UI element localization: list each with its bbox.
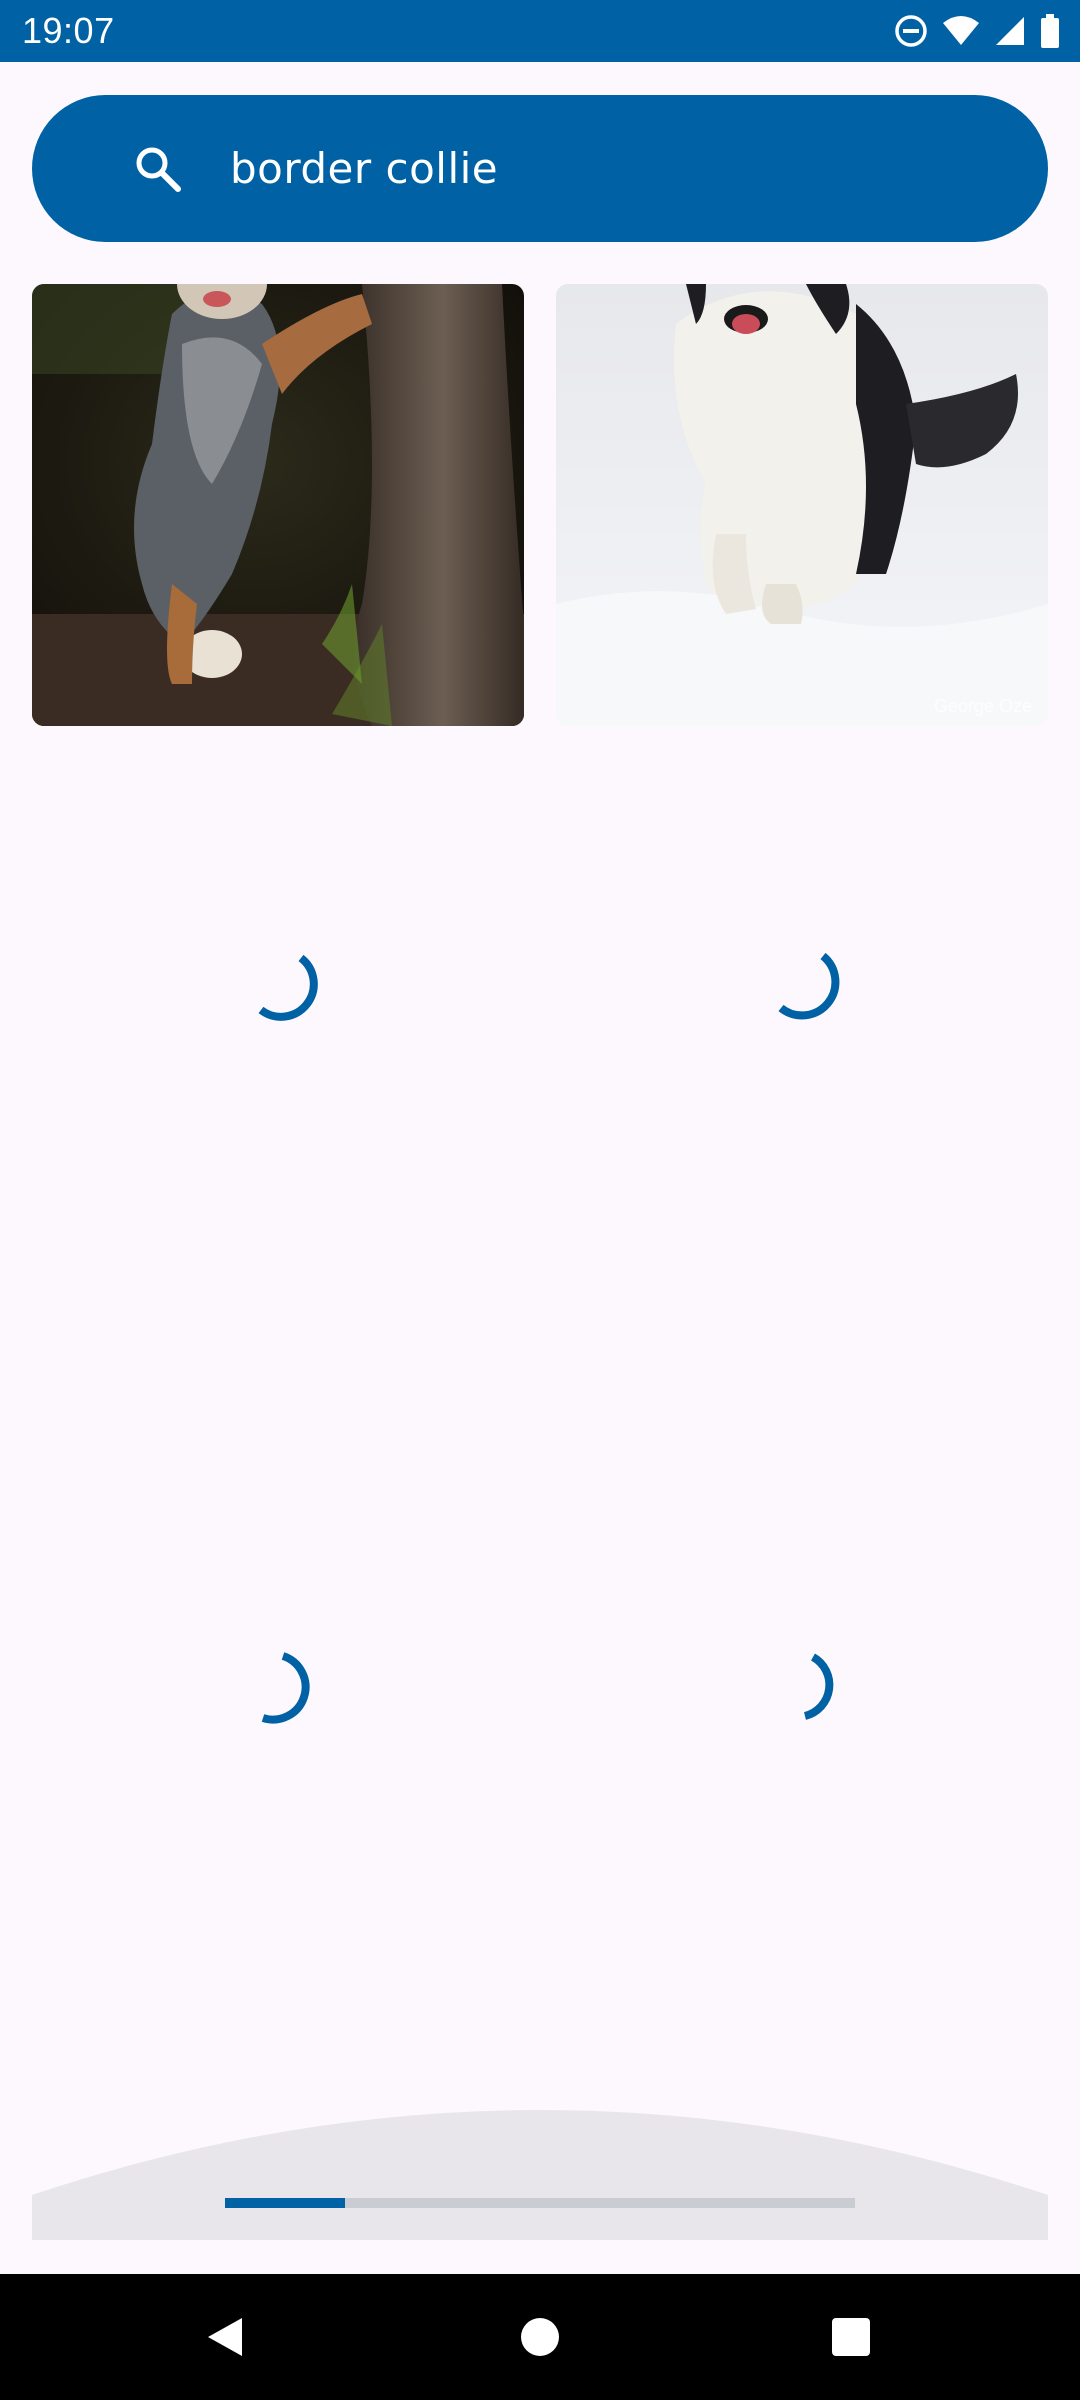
home-icon bbox=[521, 2318, 559, 2356]
recents-icon bbox=[832, 2318, 870, 2356]
status-icons bbox=[894, 14, 1060, 48]
bottom-loading-panel bbox=[32, 2110, 1048, 2240]
loading-tile-2 bbox=[556, 762, 1048, 1204]
status-time: 19:07 bbox=[22, 10, 115, 51]
battery-icon bbox=[1040, 14, 1060, 48]
loading-progress-fill bbox=[225, 2198, 345, 2208]
watermark-text: George Oze bbox=[934, 696, 1032, 716]
navigation-bar bbox=[0, 2274, 1080, 2400]
result-image-1[interactable] bbox=[32, 284, 524, 726]
loading-spinner-icon bbox=[261, 1652, 310, 1724]
home-button[interactable] bbox=[507, 2304, 573, 2370]
search-bar[interactable]: border collie bbox=[32, 95, 1048, 242]
loading-tile-4 bbox=[556, 1466, 1048, 1908]
do-not-disturb-icon bbox=[894, 14, 928, 48]
dog-snow-photo: George Oze bbox=[556, 284, 1048, 726]
back-button[interactable] bbox=[192, 2304, 258, 2370]
loading-tile-3 bbox=[32, 1466, 524, 1908]
loading-spinner-icon bbox=[778, 952, 840, 1020]
loading-progress-bar bbox=[225, 2198, 855, 2208]
wifi-icon bbox=[942, 15, 980, 47]
result-image-2[interactable]: George Oze bbox=[556, 284, 1048, 726]
search-input[interactable]: border collie bbox=[230, 144, 498, 193]
loading-spinner-icon bbox=[258, 954, 318, 1021]
loading-tile-1 bbox=[32, 762, 524, 1204]
dog-tree-photo bbox=[32, 284, 524, 726]
cellular-signal-icon bbox=[994, 15, 1026, 47]
loading-spinner-icon bbox=[803, 1653, 834, 1720]
back-icon bbox=[208, 2318, 242, 2356]
recents-button[interactable] bbox=[818, 2304, 884, 2370]
search-icon[interactable] bbox=[128, 139, 188, 199]
status-bar: 19:07 bbox=[0, 0, 1080, 62]
